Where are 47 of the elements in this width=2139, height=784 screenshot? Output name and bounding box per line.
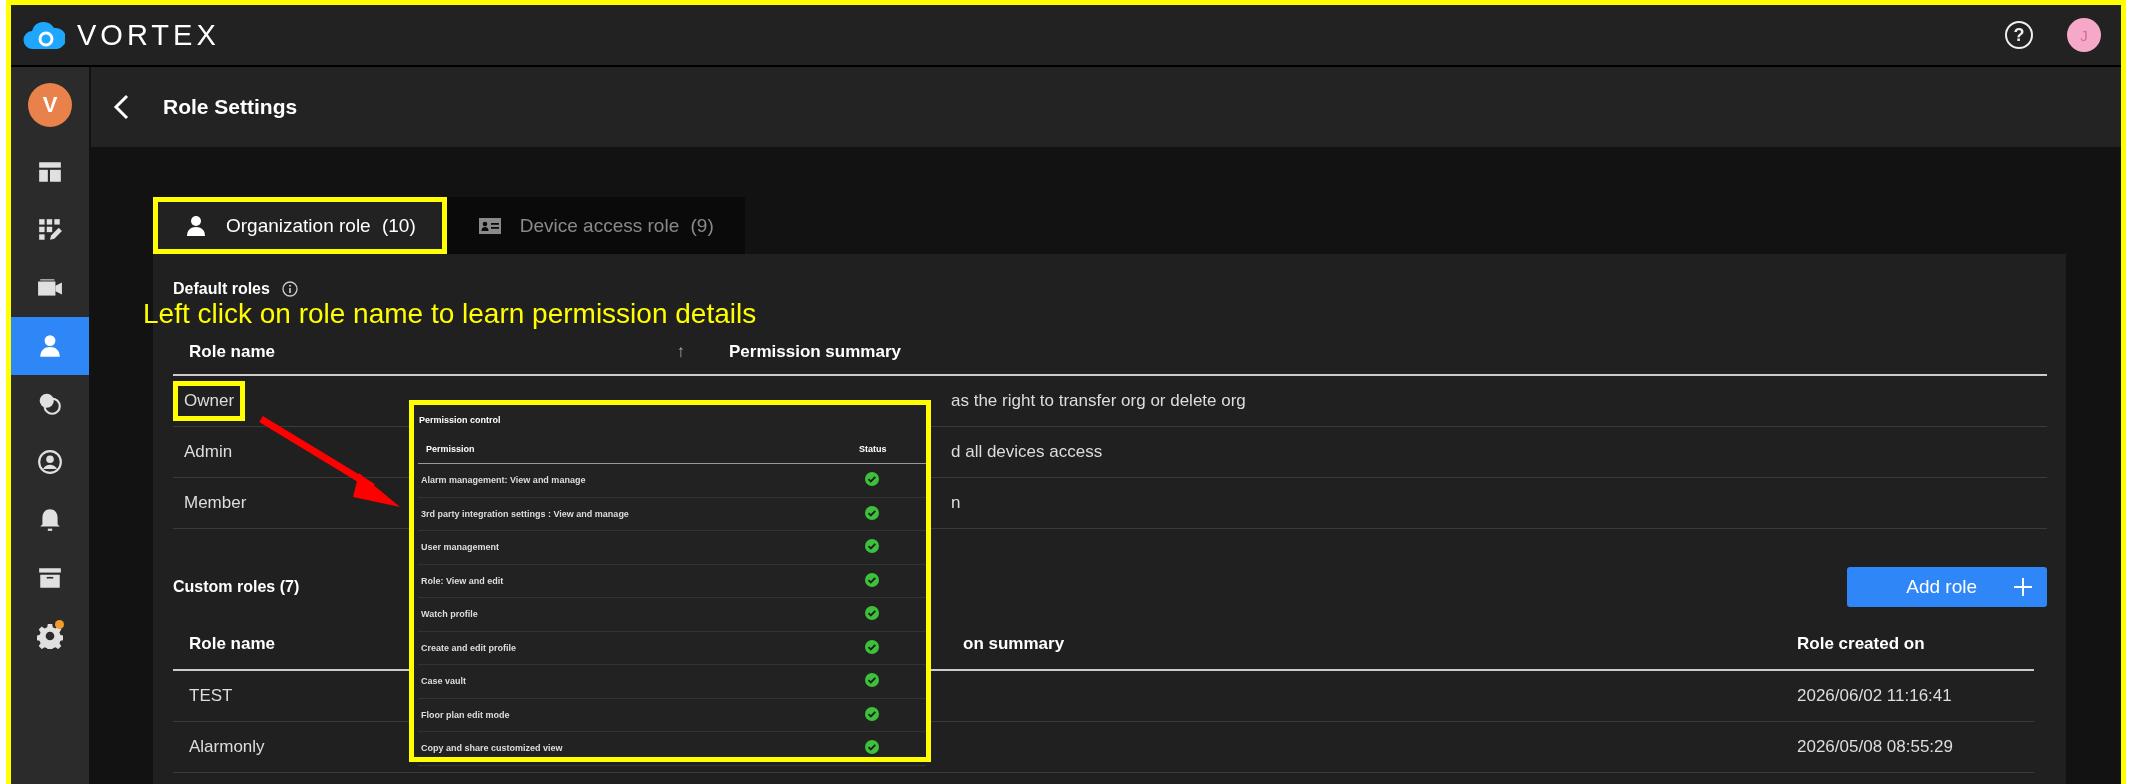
user-circle-icon [37, 449, 63, 475]
section-title: Custom roles (7) [173, 577, 300, 597]
role-name-link[interactable]: Owner [173, 381, 246, 421]
permission-label: Copy and share customized view [421, 743, 563, 754]
created-date: 2026/06/02 11:16:41 [1797, 686, 1952, 705]
permission-label: 3rd party integration settings : View and manage [421, 508, 629, 519]
permission-summary: n [951, 493, 961, 512]
permission-summary: d all devices access [951, 442, 1103, 461]
permission-label: Create and edit profile [421, 642, 517, 653]
tab[interactable]: Organization role (10) [153, 197, 447, 254]
help-button[interactable]: ? [2005, 21, 2033, 49]
permission-label: Alarm management: View and manage [421, 475, 586, 486]
role-name-link[interactable]: Alarmonly [189, 737, 265, 756]
archive-box-icon [37, 565, 63, 591]
annotation-note: Left click on role name to learn permission details [143, 298, 758, 330]
settings-icon [37, 623, 63, 649]
column-header: Status [859, 444, 887, 454]
overlapping-circles-icon [37, 391, 63, 417]
grid-edit-icon [37, 217, 63, 243]
person-icon [37, 333, 63, 359]
page-title: Role Settings [163, 95, 298, 119]
column-header: Permission [426, 444, 475, 454]
permission-label: Role: View and edit [421, 575, 504, 586]
column-header: Role created on [1781, 619, 2034, 670]
back-icon[interactable] [113, 94, 129, 120]
layout-icon [37, 159, 63, 185]
cloud-logo-icon [23, 20, 65, 50]
permission-label: Case vault [421, 676, 467, 687]
created-date: 2026/05/08 08:55:29 [1797, 737, 1953, 756]
permission-label: User management [421, 542, 500, 553]
bell-icon [37, 507, 63, 533]
role-name-link[interactable]: Admin [173, 432, 244, 472]
popup-title: Permission control [418, 415, 502, 427]
section-title: Default roles [173, 280, 270, 298]
column-header[interactable]: Role name ↑ [173, 330, 713, 375]
plus-icon [2013, 577, 2033, 597]
permission-summary: as the right to transfer org or delete org [951, 391, 1246, 410]
tab[interactable]: Device access role (9) [446, 197, 745, 254]
add-role-button[interactable]: Add role [1847, 567, 2047, 607]
permission-label: Watch profile [421, 609, 478, 620]
column-header: Permission summary [713, 330, 2047, 375]
brand-logo-text: VORTEX [77, 18, 220, 52]
role-name-link[interactable]: Member [173, 483, 258, 523]
permission-label: Floor plan edit mode [421, 709, 510, 720]
person-icon [184, 213, 208, 238]
role-name-link[interactable]: TEST [189, 686, 233, 705]
info-icon[interactable] [281, 281, 298, 297]
